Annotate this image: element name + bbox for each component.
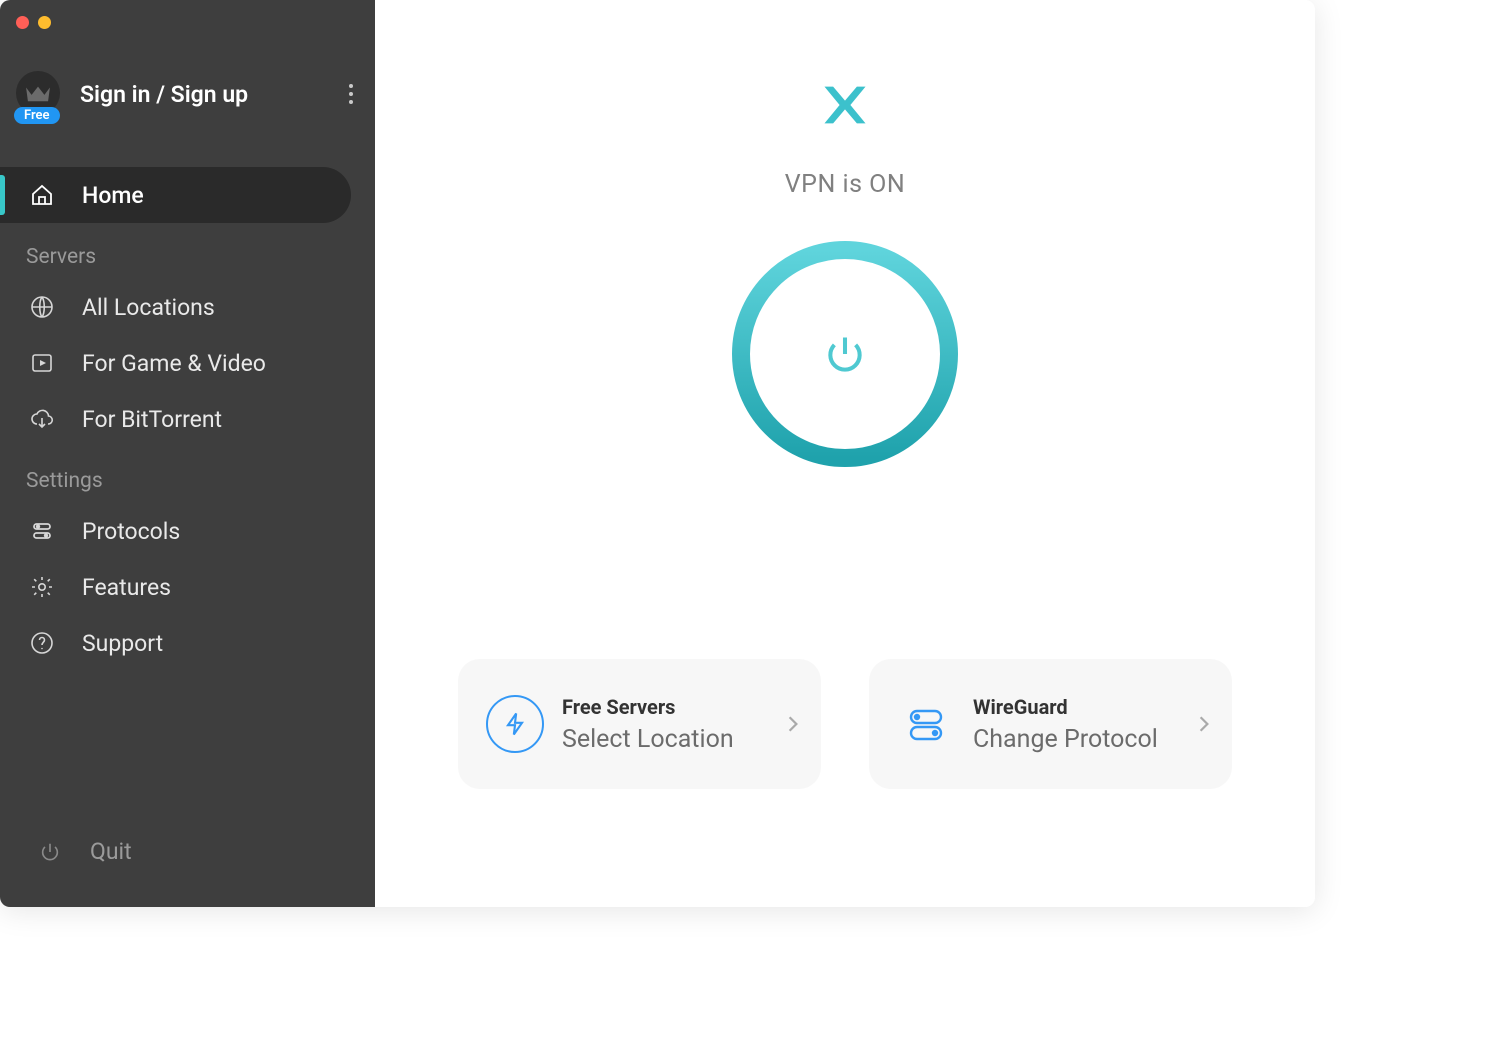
sidebar-item-label: Home	[82, 182, 144, 209]
card-texts: WireGuard Change Protocol	[973, 695, 1198, 754]
toggle-icon	[897, 695, 955, 753]
home-icon	[30, 183, 54, 207]
card-texts: Free Servers Select Location	[562, 695, 787, 754]
card-subtitle: Change Protocol	[973, 725, 1198, 754]
window-controls	[0, 0, 375, 29]
sidebar-item-home[interactable]: Home	[0, 167, 351, 223]
sidebar: Free Sign in / Sign up Home Servers	[0, 0, 375, 907]
sidebar-heading-settings: Settings	[0, 447, 375, 503]
vpn-status-text: VPN is ON	[785, 170, 905, 199]
app-window: Free Sign in / Sign up Home Servers	[0, 0, 1315, 907]
sidebar-item-label: All Locations	[82, 294, 215, 321]
sidebar-item-support[interactable]: Support	[0, 615, 375, 671]
sidebar-item-label: For BitTorrent	[82, 406, 222, 433]
sign-in-label: Sign in / Sign up	[80, 81, 337, 108]
connect-button[interactable]	[730, 239, 960, 469]
card-subtitle: Select Location	[562, 725, 787, 754]
main-pane: VPN is ON	[375, 0, 1315, 907]
help-icon	[30, 631, 54, 655]
sidebar-item-label: Support	[82, 630, 163, 657]
play-icon	[30, 351, 54, 375]
quit-button[interactable]: Quit	[0, 838, 375, 907]
card-title: Free Servers	[562, 695, 787, 719]
minimize-window-button[interactable]	[38, 16, 51, 29]
power-icon	[38, 840, 62, 864]
avatar: Free	[16, 71, 62, 117]
app-logo-icon	[818, 78, 872, 132]
select-location-card[interactable]: Free Servers Select Location	[458, 659, 821, 789]
bolt-icon	[486, 695, 544, 753]
sliders-icon	[30, 519, 54, 543]
sidebar-item-label: Protocols	[82, 518, 180, 545]
chevron-right-icon	[787, 715, 799, 733]
change-protocol-card[interactable]: WireGuard Change Protocol	[869, 659, 1232, 789]
globe-icon	[30, 295, 54, 319]
chevron-right-icon	[1198, 715, 1210, 733]
close-window-button[interactable]	[16, 16, 29, 29]
plan-badge: Free	[14, 107, 60, 124]
sidebar-item-label: Features	[82, 574, 171, 601]
sidebar-item-game-video[interactable]: For Game & Video	[0, 335, 375, 391]
more-menu-button[interactable]	[337, 80, 365, 108]
card-title: WireGuard	[973, 695, 1198, 719]
action-cards: Free Servers Select Location WireGuard C…	[375, 659, 1315, 789]
sidebar-item-bittorrent[interactable]: For BitTorrent	[0, 391, 375, 447]
sidebar-item-label: For Game & Video	[82, 350, 266, 377]
more-vertical-icon	[349, 84, 353, 104]
crown-icon	[23, 82, 53, 104]
sidebar-item-protocols[interactable]: Protocols	[0, 503, 375, 559]
quit-label: Quit	[90, 838, 132, 865]
sidebar-nav: Home Servers All Locations For Game & Vi…	[0, 167, 375, 671]
download-cloud-icon	[30, 407, 54, 431]
gear-icon	[30, 575, 54, 599]
account-row[interactable]: Free Sign in / Sign up	[0, 29, 375, 117]
sidebar-item-features[interactable]: Features	[0, 559, 375, 615]
power-ring-icon	[730, 239, 960, 469]
sidebar-heading-servers: Servers	[0, 223, 375, 279]
sidebar-item-all-locations[interactable]: All Locations	[0, 279, 375, 335]
